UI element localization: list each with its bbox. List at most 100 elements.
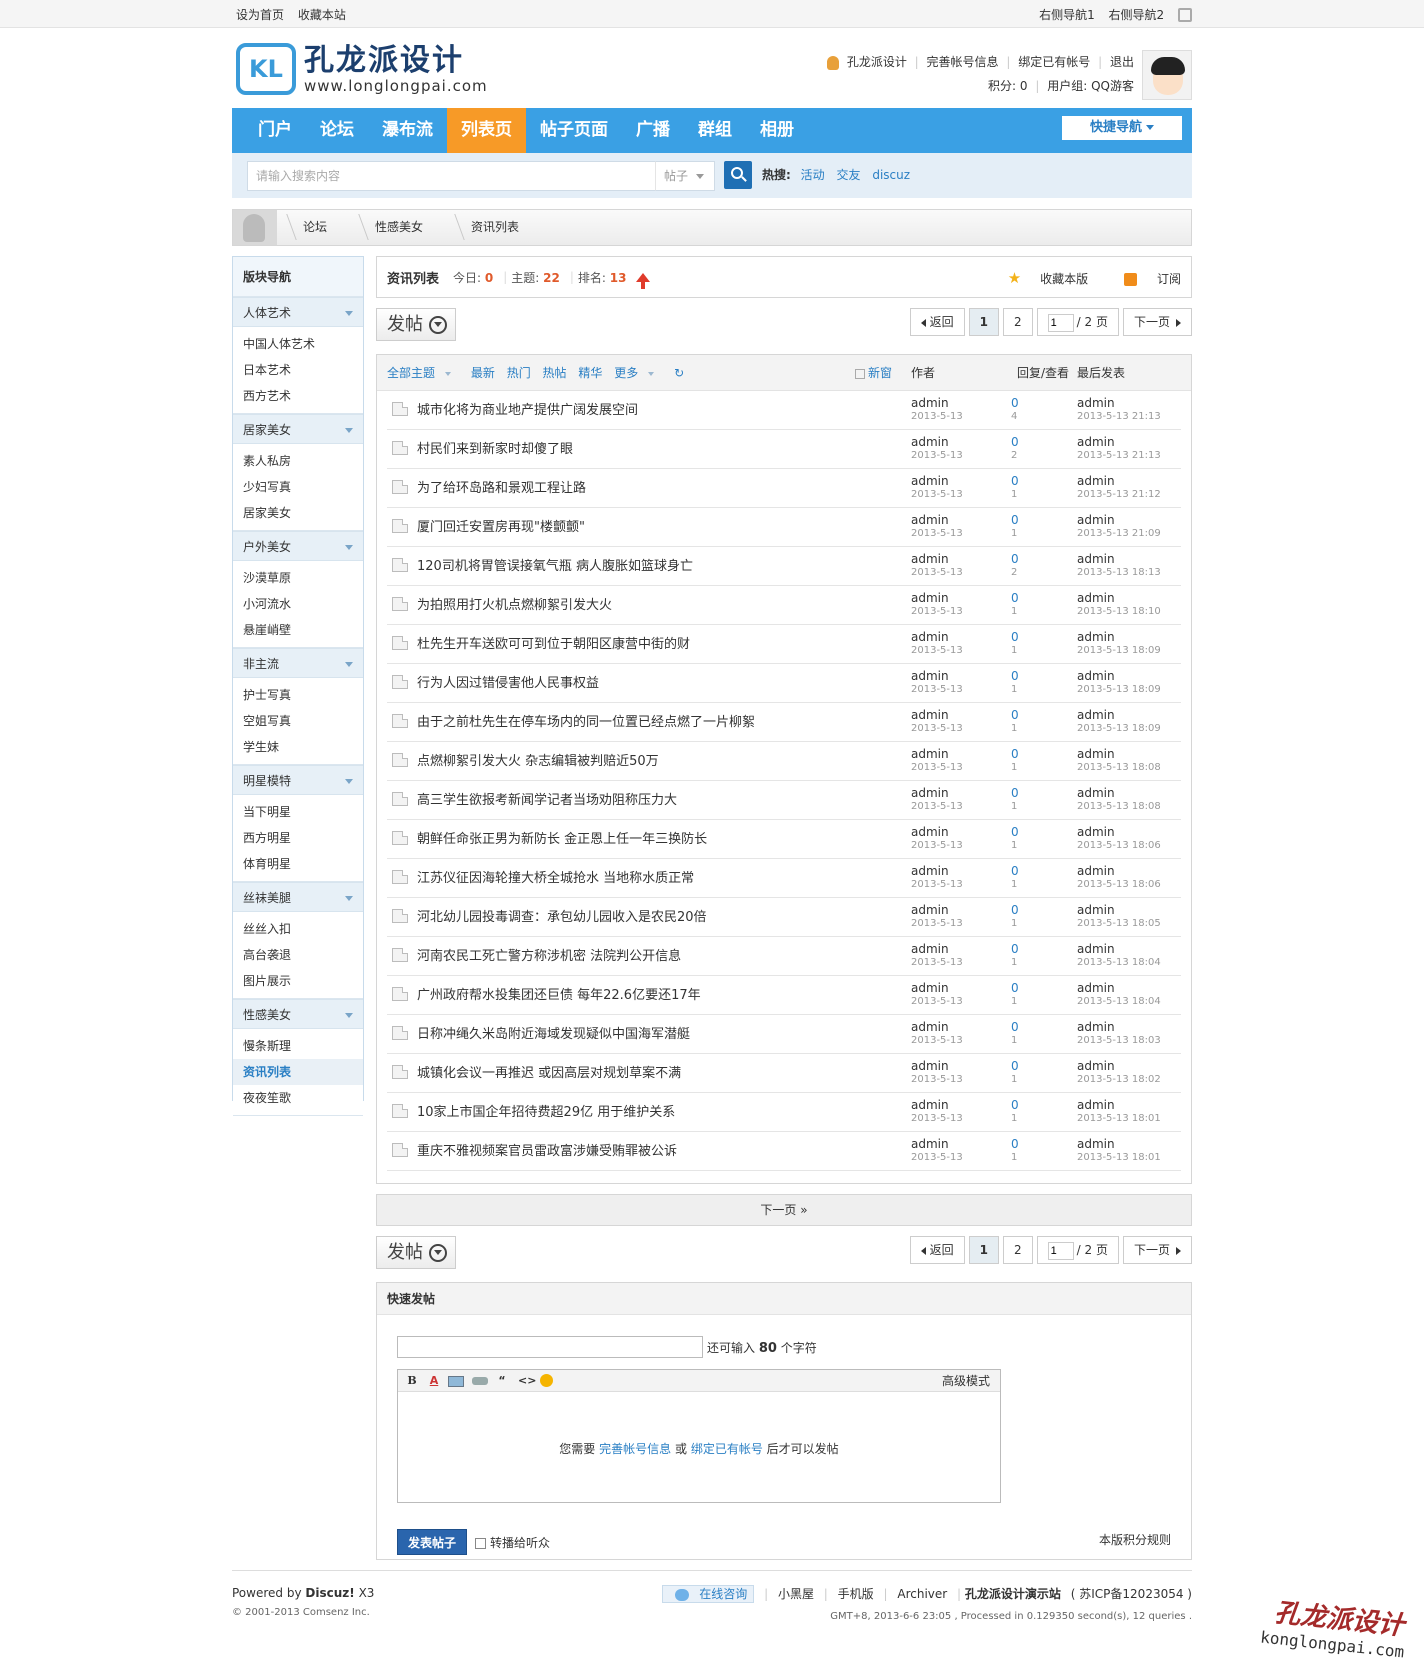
sidebar-item[interactable]: 悬崖峭壁 xyxy=(233,617,363,643)
thread-replies[interactable]: 0 xyxy=(1011,982,1019,995)
new-window-checkbox[interactable] xyxy=(855,368,865,379)
col-replies[interactable]: 回复/查看 xyxy=(1017,355,1069,391)
quote-icon[interactable]: “ xyxy=(494,1373,510,1389)
last-post-time[interactable]: 2013-5-13 18:04 xyxy=(1077,995,1161,1008)
thread-author[interactable]: admin xyxy=(911,826,963,839)
thread-author[interactable]: admin xyxy=(911,670,963,683)
thread-title-link[interactable]: 杜先生开车送欧可可到位于朝阳区康营中街的财 xyxy=(417,625,690,664)
thread-replies[interactable]: 0 xyxy=(1011,787,1019,800)
last-post-time[interactable]: 2013-5-13 18:10 xyxy=(1077,605,1161,618)
share-checkbox[interactable] xyxy=(475,1538,486,1549)
thread-title-link[interactable]: 10家上市国企年招待费超29亿 用于维护关系 xyxy=(417,1093,675,1132)
last-post-user[interactable]: admin xyxy=(1077,592,1161,605)
thread-author[interactable]: admin xyxy=(911,787,963,800)
last-post-user[interactable]: admin xyxy=(1077,943,1161,956)
usergroup-link[interactable]: 用户组: QQ游客 xyxy=(1047,79,1134,93)
last-post-user[interactable]: admin xyxy=(1077,631,1161,644)
filter-latest[interactable]: 最新 xyxy=(471,366,495,380)
last-post-time[interactable]: 2013-5-13 18:13 xyxy=(1077,566,1161,579)
sidebar-item[interactable]: 护士写真 xyxy=(233,682,363,708)
last-post-time[interactable]: 2013-5-13 18:06 xyxy=(1077,878,1161,891)
hot-search-link[interactable]: discuz xyxy=(872,168,910,182)
site-name-link[interactable]: 孔龙派设计演示站 xyxy=(965,1587,1061,1601)
thread-title-link[interactable]: 重庆不雅视频案官员雷政富涉嫌受贿罪被公诉 xyxy=(417,1132,677,1171)
footer-link[interactable]: Archiver xyxy=(897,1587,947,1601)
right-nav-2-link[interactable]: 右侧导航2 xyxy=(1109,8,1165,22)
footer-link[interactable]: 手机版 xyxy=(838,1587,874,1601)
breadcrumb-item[interactable]: 性感美女 xyxy=(349,210,445,245)
advanced-mode-link[interactable]: 高级模式 xyxy=(942,1370,990,1392)
last-post-time[interactable]: 2013-5-13 18:08 xyxy=(1077,800,1161,813)
search-button[interactable] xyxy=(724,161,752,189)
thread-title-link[interactable]: 由于之前杜先生在停车场内的同一位置已经点燃了一片柳絮 xyxy=(417,703,755,742)
filter-hot[interactable]: 热门 xyxy=(507,366,531,380)
filter-hot-posts[interactable]: 热帖 xyxy=(543,366,567,380)
sidebar-group-title[interactable]: 居家美女 xyxy=(233,414,363,444)
sidebar-item[interactable]: 小河流水 xyxy=(233,591,363,617)
last-post-time[interactable]: 2013-5-13 18:01 xyxy=(1077,1112,1161,1125)
thread-title-link[interactable]: 城镇化会议一再推迟 或因高层对规划草案不满 xyxy=(417,1054,681,1093)
last-post-time[interactable]: 2013-5-13 18:09 xyxy=(1077,644,1161,657)
thread-replies[interactable]: 0 xyxy=(1011,943,1019,956)
thread-title-link[interactable]: 城市化将为商业地产提供广阔发展空间 xyxy=(417,391,638,430)
thread-author[interactable]: admin xyxy=(911,1060,963,1073)
credit-rules-link[interactable]: 本版积分规则 xyxy=(1099,1531,1171,1548)
last-post-time[interactable]: 2013-5-13 18:06 xyxy=(1077,839,1161,852)
last-post-user[interactable]: admin xyxy=(1077,397,1161,410)
favorite-board-link[interactable]: ★ 收藏本版 xyxy=(992,269,1088,287)
last-post-user[interactable]: admin xyxy=(1077,865,1161,878)
last-post-time[interactable]: 2013-5-13 18:03 xyxy=(1077,1034,1161,1047)
last-post-user[interactable]: admin xyxy=(1077,514,1161,527)
thread-replies[interactable]: 0 xyxy=(1011,436,1019,449)
page-jump-input[interactable] xyxy=(1047,1242,1074,1260)
thread-replies[interactable]: 0 xyxy=(1011,553,1019,566)
thread-title-link[interactable]: 高三学生欲报考新闻学记者当场劝阻称压力大 xyxy=(417,781,677,820)
thread-title-link[interactable]: 江苏仪征因海轮撞大桥全城抢水 当地称水质正常 xyxy=(417,859,694,898)
code-icon[interactable]: <> xyxy=(518,1373,536,1389)
last-post-time[interactable]: 2013-5-13 21:13 xyxy=(1077,449,1161,462)
last-post-user[interactable]: admin xyxy=(1077,670,1161,683)
sidebar-item[interactable]: 丝丝入扣 xyxy=(233,916,363,942)
last-post-time[interactable]: 2013-5-13 21:12 xyxy=(1077,488,1161,501)
last-post-user[interactable]: admin xyxy=(1077,436,1161,449)
image-icon[interactable] xyxy=(448,1376,464,1387)
last-post-user[interactable]: admin xyxy=(1077,553,1161,566)
thread-title-link[interactable]: 河北幼儿园投毒调查：承包幼儿园收入是农民20倍 xyxy=(417,898,707,937)
last-post-user[interactable]: admin xyxy=(1077,748,1161,761)
thread-replies[interactable]: 0 xyxy=(1011,514,1019,527)
sidebar-item[interactable]: 居家美女 xyxy=(233,500,363,526)
complete-account-link[interactable]: 完善帐号信息 xyxy=(599,1442,671,1456)
thread-replies[interactable]: 0 xyxy=(1011,670,1019,683)
col-last-post[interactable]: 最后发表 xyxy=(1077,355,1125,391)
thread-replies[interactable]: 0 xyxy=(1011,1099,1019,1112)
username-link[interactable]: 孔龙派设计 xyxy=(847,55,907,69)
hot-search-link[interactable]: 交友 xyxy=(836,168,860,182)
last-post-user[interactable]: admin xyxy=(1077,982,1161,995)
home-icon[interactable] xyxy=(233,210,277,245)
filter-more[interactable]: 更多 xyxy=(614,366,662,380)
thread-author[interactable]: admin xyxy=(911,397,963,410)
thread-author[interactable]: admin xyxy=(911,1138,963,1151)
thread-title-link[interactable]: 河南农民工死亡警方称涉机密 法院判公开信息 xyxy=(417,937,681,976)
discuz-link[interactable]: Discuz! xyxy=(305,1586,354,1600)
last-post-user[interactable]: admin xyxy=(1077,787,1161,800)
back-button[interactable]: 返回 xyxy=(909,308,965,336)
thread-author[interactable]: admin xyxy=(911,982,963,995)
thread-replies[interactable]: 0 xyxy=(1011,904,1019,917)
search-type-select[interactable]: 帖子 xyxy=(655,161,715,191)
last-post-time[interactable]: 2013-5-13 18:01 xyxy=(1077,1151,1161,1164)
thread-author[interactable]: admin xyxy=(911,709,963,722)
sidebar-item[interactable]: 西方明星 xyxy=(233,825,363,851)
last-post-user[interactable]: admin xyxy=(1077,1138,1161,1151)
sidebar-item[interactable]: 体育明星 xyxy=(233,851,363,877)
sidebar-item[interactable]: 中国人体艺术 xyxy=(233,331,363,357)
thread-replies[interactable]: 0 xyxy=(1011,397,1019,410)
thread-author[interactable]: admin xyxy=(911,865,963,878)
right-nav-1-link[interactable]: 右侧导航1 xyxy=(1039,8,1095,22)
sidebar-group-title[interactable]: 丝袜美腿 xyxy=(233,882,363,912)
bind-account-link[interactable]: 绑定已有帐号 xyxy=(1018,55,1090,69)
thread-replies[interactable]: 0 xyxy=(1011,748,1019,761)
sidebar-item[interactable]: 高台袭退 xyxy=(233,942,363,968)
sidebar-group-title[interactable]: 非主流 xyxy=(233,648,363,678)
nav-item[interactable]: 相册 xyxy=(746,108,808,153)
